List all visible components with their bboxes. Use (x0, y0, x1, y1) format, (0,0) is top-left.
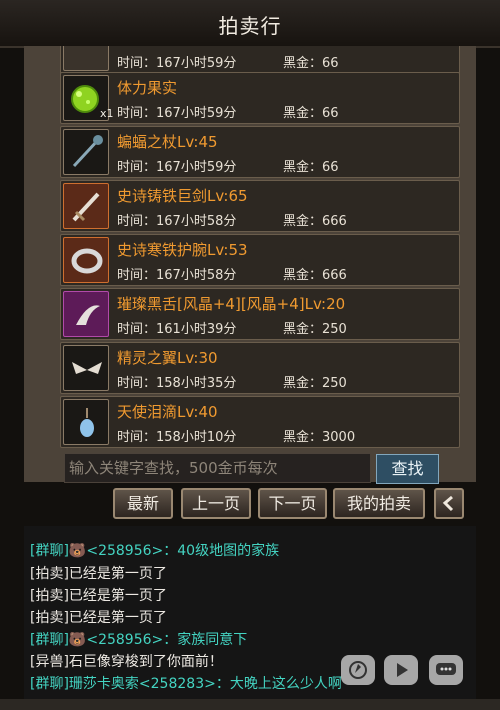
item-price: 黑金：66 (283, 106, 339, 121)
item-price: 黑金：66 (283, 160, 339, 175)
item-time: 时间：167小时59分 (117, 160, 237, 175)
next-page-button[interactable]: 下一页 (258, 488, 327, 519)
item-price: 黑金：666 (283, 268, 347, 283)
staff-icon (63, 129, 109, 175)
item-price: 黑金：250 (283, 376, 347, 391)
item-time: 时间：167小时58分 (117, 214, 237, 229)
item-time: 时间：161小时39分 (117, 322, 237, 337)
item-name: 史诗寒铁护腕Lv:53 (117, 241, 248, 259)
item-time: 时间：167小时58分 (117, 268, 237, 283)
collapse-button[interactable] (434, 488, 464, 519)
item-price: 黑金：66 (283, 56, 339, 71)
list-item[interactable]: 璀璨黑舌[风晶+4][风晶+4]Lv:20 时间：161小时39分 黑金：250 (60, 288, 460, 340)
tear-drop-icon (63, 399, 109, 445)
item-time: 时间：158小时35分 (117, 376, 237, 391)
greatsword-icon (63, 183, 109, 229)
chat-line: [拍卖]已经是第一页了 (30, 610, 167, 626)
chat-line: [群聊]🐻<258956>：40级地图的家族 (30, 543, 280, 559)
chevron-left-icon (442, 495, 454, 512)
item-time: 时间：167小时59分 (117, 106, 237, 121)
item-time: 时间：158小时10分 (117, 430, 237, 445)
item-name: 精灵之翼Lv:30 (117, 349, 218, 367)
item-name: 蝙蝠之杖Lv:45 (117, 133, 218, 151)
title-bar: 拍卖行 (0, 0, 500, 48)
my-auctions-button[interactable]: 我的拍卖 (333, 488, 425, 519)
list-item-truncated[interactable]: 时间：167小时59分 黑金：66 (60, 46, 460, 74)
item-name: 璀璨黑舌[风晶+4][风晶+4]Lv:20 (117, 295, 346, 313)
chat-line: [群聊]珊莎卡奥索<258283>：大晚上这么少人啊 (30, 676, 342, 692)
item-quantity: x1 (100, 107, 114, 120)
item-price: 黑金：3000 (283, 430, 356, 445)
list-item[interactable]: x1 体力果实 时间：167小时59分 黑金：66 (60, 72, 460, 124)
chat-line: [群聊]🐻<258956>：家族同意下 (30, 632, 248, 648)
auction-list-panel[interactable]: 时间：167小时59分 黑金：66 x1 体力果实 时间：167小时59分 黑金… (24, 46, 476, 482)
page-title: 拍卖行 (218, 14, 282, 38)
item-name: 史诗铸铁巨剑Lv:65 (117, 187, 248, 205)
list-item[interactable]: 史诗寒铁护腕Lv:53 时间：167小时58分 黑金：666 (60, 234, 460, 286)
list-item[interactable]: 天使泪滴Lv:40 时间：158小时10分 黑金：3000 (60, 396, 460, 448)
search-input[interactable]: 输入关键字查找，500金币每次 (64, 453, 371, 483)
list-item[interactable]: 精灵之翼Lv:30 时间：158小时35分 黑金：250 (60, 342, 460, 394)
item-name: 体力果实 (117, 79, 178, 97)
search-button[interactable]: 查找 (376, 454, 439, 484)
item-price: 黑金：250 (283, 322, 347, 337)
latest-button[interactable]: 最新 (113, 488, 173, 519)
bracer-icon (63, 237, 109, 283)
prev-page-button[interactable]: 上一页 (181, 488, 251, 519)
item-time: 时间：167小时59分 (117, 56, 237, 71)
item-price: 黑金：666 (283, 214, 347, 229)
item-name: 天使泪滴Lv:40 (117, 403, 218, 421)
chat-bubble-icon[interactable] (429, 655, 463, 685)
list-item[interactable]: 蝙蝠之杖Lv:45 时间：167小时59分 黑金：66 (60, 126, 460, 178)
black-tongue-icon (63, 291, 109, 337)
play-icon[interactable] (384, 655, 418, 685)
chat-line: [拍卖]已经是第一页了 (30, 566, 167, 582)
bottom-toolbar (0, 699, 500, 710)
compass-icon[interactable] (341, 655, 375, 685)
item-thumbnail (63, 46, 109, 71)
list-item[interactable]: 史诗铸铁巨剑Lv:65 时间：167小时58分 黑金：666 (60, 180, 460, 232)
wings-icon (63, 345, 109, 391)
chat-line: [异兽]石巨像穿梭到了你面前！ (30, 654, 223, 670)
chat-line: [拍卖]已经是第一页了 (30, 588, 167, 604)
